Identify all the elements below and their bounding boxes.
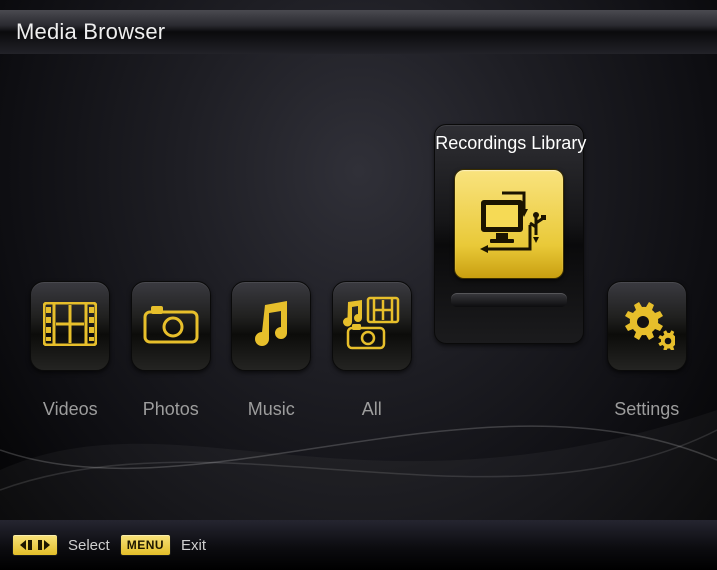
tile-music-label: Music (248, 399, 295, 420)
header-bar: Media Browser (0, 10, 717, 54)
footer-bar: Select MENU Exit (0, 520, 717, 570)
tile-settings-label: Settings (614, 399, 679, 420)
page-title: Media Browser (16, 19, 165, 45)
footer-select-label: Select (68, 537, 110, 554)
tile-recordings-shelf (451, 293, 567, 307)
camera-icon (143, 304, 199, 349)
tile-recordings-label: Recordings Library (435, 133, 583, 154)
tile-recordings-inner (454, 169, 564, 279)
tile-all-label: All (362, 399, 382, 420)
tile-settings[interactable]: Settings (599, 281, 695, 420)
tile-all-box (332, 281, 412, 371)
nav-arrows-key-icon (12, 534, 58, 556)
recordings-icon (466, 179, 552, 270)
tile-recordings[interactable]: Recordings Library (424, 124, 594, 344)
tile-photos-label: Photos (143, 399, 199, 420)
tile-photos-box (131, 281, 211, 371)
footer-exit-label: Exit (181, 537, 206, 554)
all-media-icon (342, 296, 402, 357)
tiles-row: Videos Photos Music (0, 200, 717, 420)
tile-music-box (231, 281, 311, 371)
tile-videos[interactable]: Videos (22, 281, 118, 420)
music-note-icon (249, 299, 293, 354)
tile-videos-label: Videos (43, 399, 98, 420)
tile-all[interactable]: All (324, 281, 420, 420)
tile-photos[interactable]: Photos (123, 281, 219, 420)
tile-music[interactable]: Music (223, 281, 319, 420)
tile-recordings-box: Recordings Library (434, 124, 584, 344)
menu-key-icon: MENU (120, 534, 171, 556)
tile-settings-box (607, 281, 687, 371)
tile-videos-box (30, 281, 110, 371)
gears-icon (619, 298, 675, 355)
film-icon (43, 302, 97, 351)
